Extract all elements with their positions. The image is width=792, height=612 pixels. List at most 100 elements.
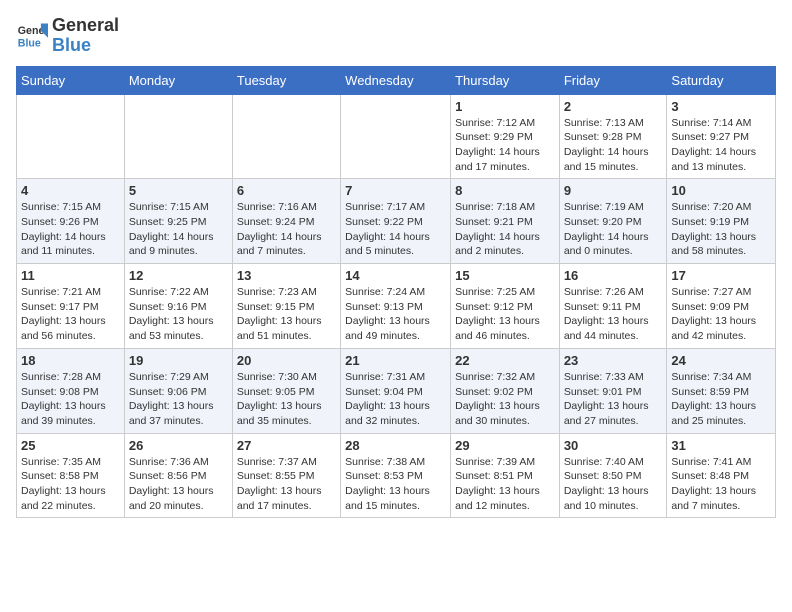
table-row: 19 Sunrise: 7:29 AM Sunset: 9:06 PM Dayli… [124, 348, 232, 433]
day-number: 31 [671, 438, 771, 453]
table-row: 18 Sunrise: 7:28 AM Sunset: 9:08 PM Dayli… [17, 348, 125, 433]
table-row: 9 Sunrise: 7:19 AM Sunset: 9:20 PM Daylig… [559, 179, 667, 264]
weekday-header-tuesday: Tuesday [232, 66, 340, 94]
day-info: Sunrise: 7:28 AM Sunset: 9:08 PM Dayligh… [21, 370, 120, 429]
day-number: 18 [21, 353, 120, 368]
weekday-header-monday: Monday [124, 66, 232, 94]
day-number: 6 [237, 183, 336, 198]
day-number: 21 [345, 353, 446, 368]
day-number: 19 [129, 353, 228, 368]
day-info: Sunrise: 7:21 AM Sunset: 9:17 PM Dayligh… [21, 285, 120, 344]
day-info: Sunrise: 7:26 AM Sunset: 9:11 PM Dayligh… [564, 285, 663, 344]
day-number: 11 [21, 268, 120, 283]
day-info: Sunrise: 7:20 AM Sunset: 9:19 PM Dayligh… [671, 200, 771, 259]
table-row [17, 94, 125, 179]
day-number: 23 [564, 353, 663, 368]
logo-text: GeneralBlue [52, 16, 119, 56]
day-number: 17 [671, 268, 771, 283]
table-row: 6 Sunrise: 7:16 AM Sunset: 9:24 PM Daylig… [232, 179, 340, 264]
day-number: 20 [237, 353, 336, 368]
day-info: Sunrise: 7:40 AM Sunset: 8:50 PM Dayligh… [564, 455, 663, 514]
day-number: 8 [455, 183, 555, 198]
day-number: 26 [129, 438, 228, 453]
logo-icon: General Blue [16, 20, 48, 52]
day-info: Sunrise: 7:12 AM Sunset: 9:29 PM Dayligh… [455, 116, 555, 175]
table-row: 29 Sunrise: 7:39 AM Sunset: 8:51 PM Dayli… [451, 433, 560, 518]
table-row: 2Sunrise: 7:13 AM Sunset: 9:28 PM Daylig… [559, 94, 667, 179]
day-number: 9 [564, 183, 663, 198]
day-info: Sunrise: 7:16 AM Sunset: 9:24 PM Dayligh… [237, 200, 336, 259]
table-row: 4 Sunrise: 7:15 AM Sunset: 9:26 PM Daylig… [17, 179, 125, 264]
table-row: 11 Sunrise: 7:21 AM Sunset: 9:17 PM Dayli… [17, 264, 125, 349]
weekday-header-row: SundayMondayTuesdayWednesdayThursdayFrid… [17, 66, 776, 94]
table-row [232, 94, 340, 179]
day-info: Sunrise: 7:41 AM Sunset: 8:48 PM Dayligh… [671, 455, 771, 514]
table-row: 30 Sunrise: 7:40 AM Sunset: 8:50 PM Dayli… [559, 433, 667, 518]
table-row: 25 Sunrise: 7:35 AM Sunset: 8:58 PM Dayli… [17, 433, 125, 518]
day-number: 25 [21, 438, 120, 453]
table-row: 17Sunrise: 7:27 AM Sunset: 9:09 PM Dayli… [667, 264, 776, 349]
weekday-header-saturday: Saturday [667, 66, 776, 94]
table-row: 1 Sunrise: 7:12 AM Sunset: 9:29 PM Daylig… [451, 94, 560, 179]
table-row: 13Sunrise: 7:23 AM Sunset: 9:15 PM Dayli… [232, 264, 340, 349]
table-row: 28 Sunrise: 7:38 AM Sunset: 8:53 PM Dayli… [341, 433, 451, 518]
day-number: 27 [237, 438, 336, 453]
day-info: Sunrise: 7:25 AM Sunset: 9:12 PM Dayligh… [455, 285, 555, 344]
table-row [341, 94, 451, 179]
table-row: 26 Sunrise: 7:36 AM Sunset: 8:56 PM Dayli… [124, 433, 232, 518]
table-row: 16 Sunrise: 7:26 AM Sunset: 9:11 PM Dayli… [559, 264, 667, 349]
day-info: Sunrise: 7:18 AM Sunset: 9:21 PM Dayligh… [455, 200, 555, 259]
day-number: 7 [345, 183, 446, 198]
day-info: Sunrise: 7:24 AM Sunset: 9:13 PM Dayligh… [345, 285, 446, 344]
day-info: Sunrise: 7:14 AM Sunset: 9:27 PM Dayligh… [671, 116, 771, 175]
day-info: Sunrise: 7:30 AM Sunset: 9:05 PM Dayligh… [237, 370, 336, 429]
day-number: 5 [129, 183, 228, 198]
day-number: 13 [237, 268, 336, 283]
day-number: 30 [564, 438, 663, 453]
day-info: Sunrise: 7:39 AM Sunset: 8:51 PM Dayligh… [455, 455, 555, 514]
day-number: 3 [671, 99, 771, 114]
day-info: Sunrise: 7:38 AM Sunset: 8:53 PM Dayligh… [345, 455, 446, 514]
week-row-4: 18 Sunrise: 7:28 AM Sunset: 9:08 PM Dayli… [17, 348, 776, 433]
day-info: Sunrise: 7:36 AM Sunset: 8:56 PM Dayligh… [129, 455, 228, 514]
table-row: 5Sunrise: 7:15 AM Sunset: 9:25 PM Daylig… [124, 179, 232, 264]
day-info: Sunrise: 7:31 AM Sunset: 9:04 PM Dayligh… [345, 370, 446, 429]
day-info: Sunrise: 7:35 AM Sunset: 8:58 PM Dayligh… [21, 455, 120, 514]
week-row-1: 1 Sunrise: 7:12 AM Sunset: 9:29 PM Daylig… [17, 94, 776, 179]
table-row: 31 Sunrise: 7:41 AM Sunset: 8:48 PM Dayli… [667, 433, 776, 518]
day-number: 10 [671, 183, 771, 198]
day-number: 29 [455, 438, 555, 453]
day-info: Sunrise: 7:32 AM Sunset: 9:02 PM Dayligh… [455, 370, 555, 429]
weekday-header-thursday: Thursday [451, 66, 560, 94]
week-row-5: 25 Sunrise: 7:35 AM Sunset: 8:58 PM Dayli… [17, 433, 776, 518]
day-info: Sunrise: 7:19 AM Sunset: 9:20 PM Dayligh… [564, 200, 663, 259]
day-number: 1 [455, 99, 555, 114]
week-row-2: 4 Sunrise: 7:15 AM Sunset: 9:26 PM Daylig… [17, 179, 776, 264]
svg-text:Blue: Blue [18, 37, 41, 49]
table-row: 14Sunrise: 7:24 AM Sunset: 9:13 PM Dayli… [341, 264, 451, 349]
day-number: 24 [671, 353, 771, 368]
day-number: 12 [129, 268, 228, 283]
table-row [124, 94, 232, 179]
day-number: 4 [21, 183, 120, 198]
day-info: Sunrise: 7:33 AM Sunset: 9:01 PM Dayligh… [564, 370, 663, 429]
day-info: Sunrise: 7:13 AM Sunset: 9:28 PM Dayligh… [564, 116, 663, 175]
week-row-3: 11 Sunrise: 7:21 AM Sunset: 9:17 PM Dayli… [17, 264, 776, 349]
table-row: 15 Sunrise: 7:25 AM Sunset: 9:12 PM Dayli… [451, 264, 560, 349]
calendar-table: SundayMondayTuesdayWednesdayThursdayFrid… [16, 66, 776, 519]
day-number: 28 [345, 438, 446, 453]
weekday-header-sunday: Sunday [17, 66, 125, 94]
table-row: 21 Sunrise: 7:31 AM Sunset: 9:04 PM Dayli… [341, 348, 451, 433]
table-row: 23 Sunrise: 7:33 AM Sunset: 9:01 PM Dayli… [559, 348, 667, 433]
day-number: 16 [564, 268, 663, 283]
day-number: 15 [455, 268, 555, 283]
table-row: 20 Sunrise: 7:30 AM Sunset: 9:05 PM Dayli… [232, 348, 340, 433]
day-info: Sunrise: 7:17 AM Sunset: 9:22 PM Dayligh… [345, 200, 446, 259]
weekday-header-wednesday: Wednesday [341, 66, 451, 94]
table-row: 12Sunrise: 7:22 AM Sunset: 9:16 PM Dayli… [124, 264, 232, 349]
weekday-header-friday: Friday [559, 66, 667, 94]
day-info: Sunrise: 7:29 AM Sunset: 9:06 PM Dayligh… [129, 370, 228, 429]
day-info: Sunrise: 7:15 AM Sunset: 9:26 PM Dayligh… [21, 200, 120, 259]
table-row: 3 Sunrise: 7:14 AM Sunset: 9:27 PM Daylig… [667, 94, 776, 179]
day-info: Sunrise: 7:37 AM Sunset: 8:55 PM Dayligh… [237, 455, 336, 514]
